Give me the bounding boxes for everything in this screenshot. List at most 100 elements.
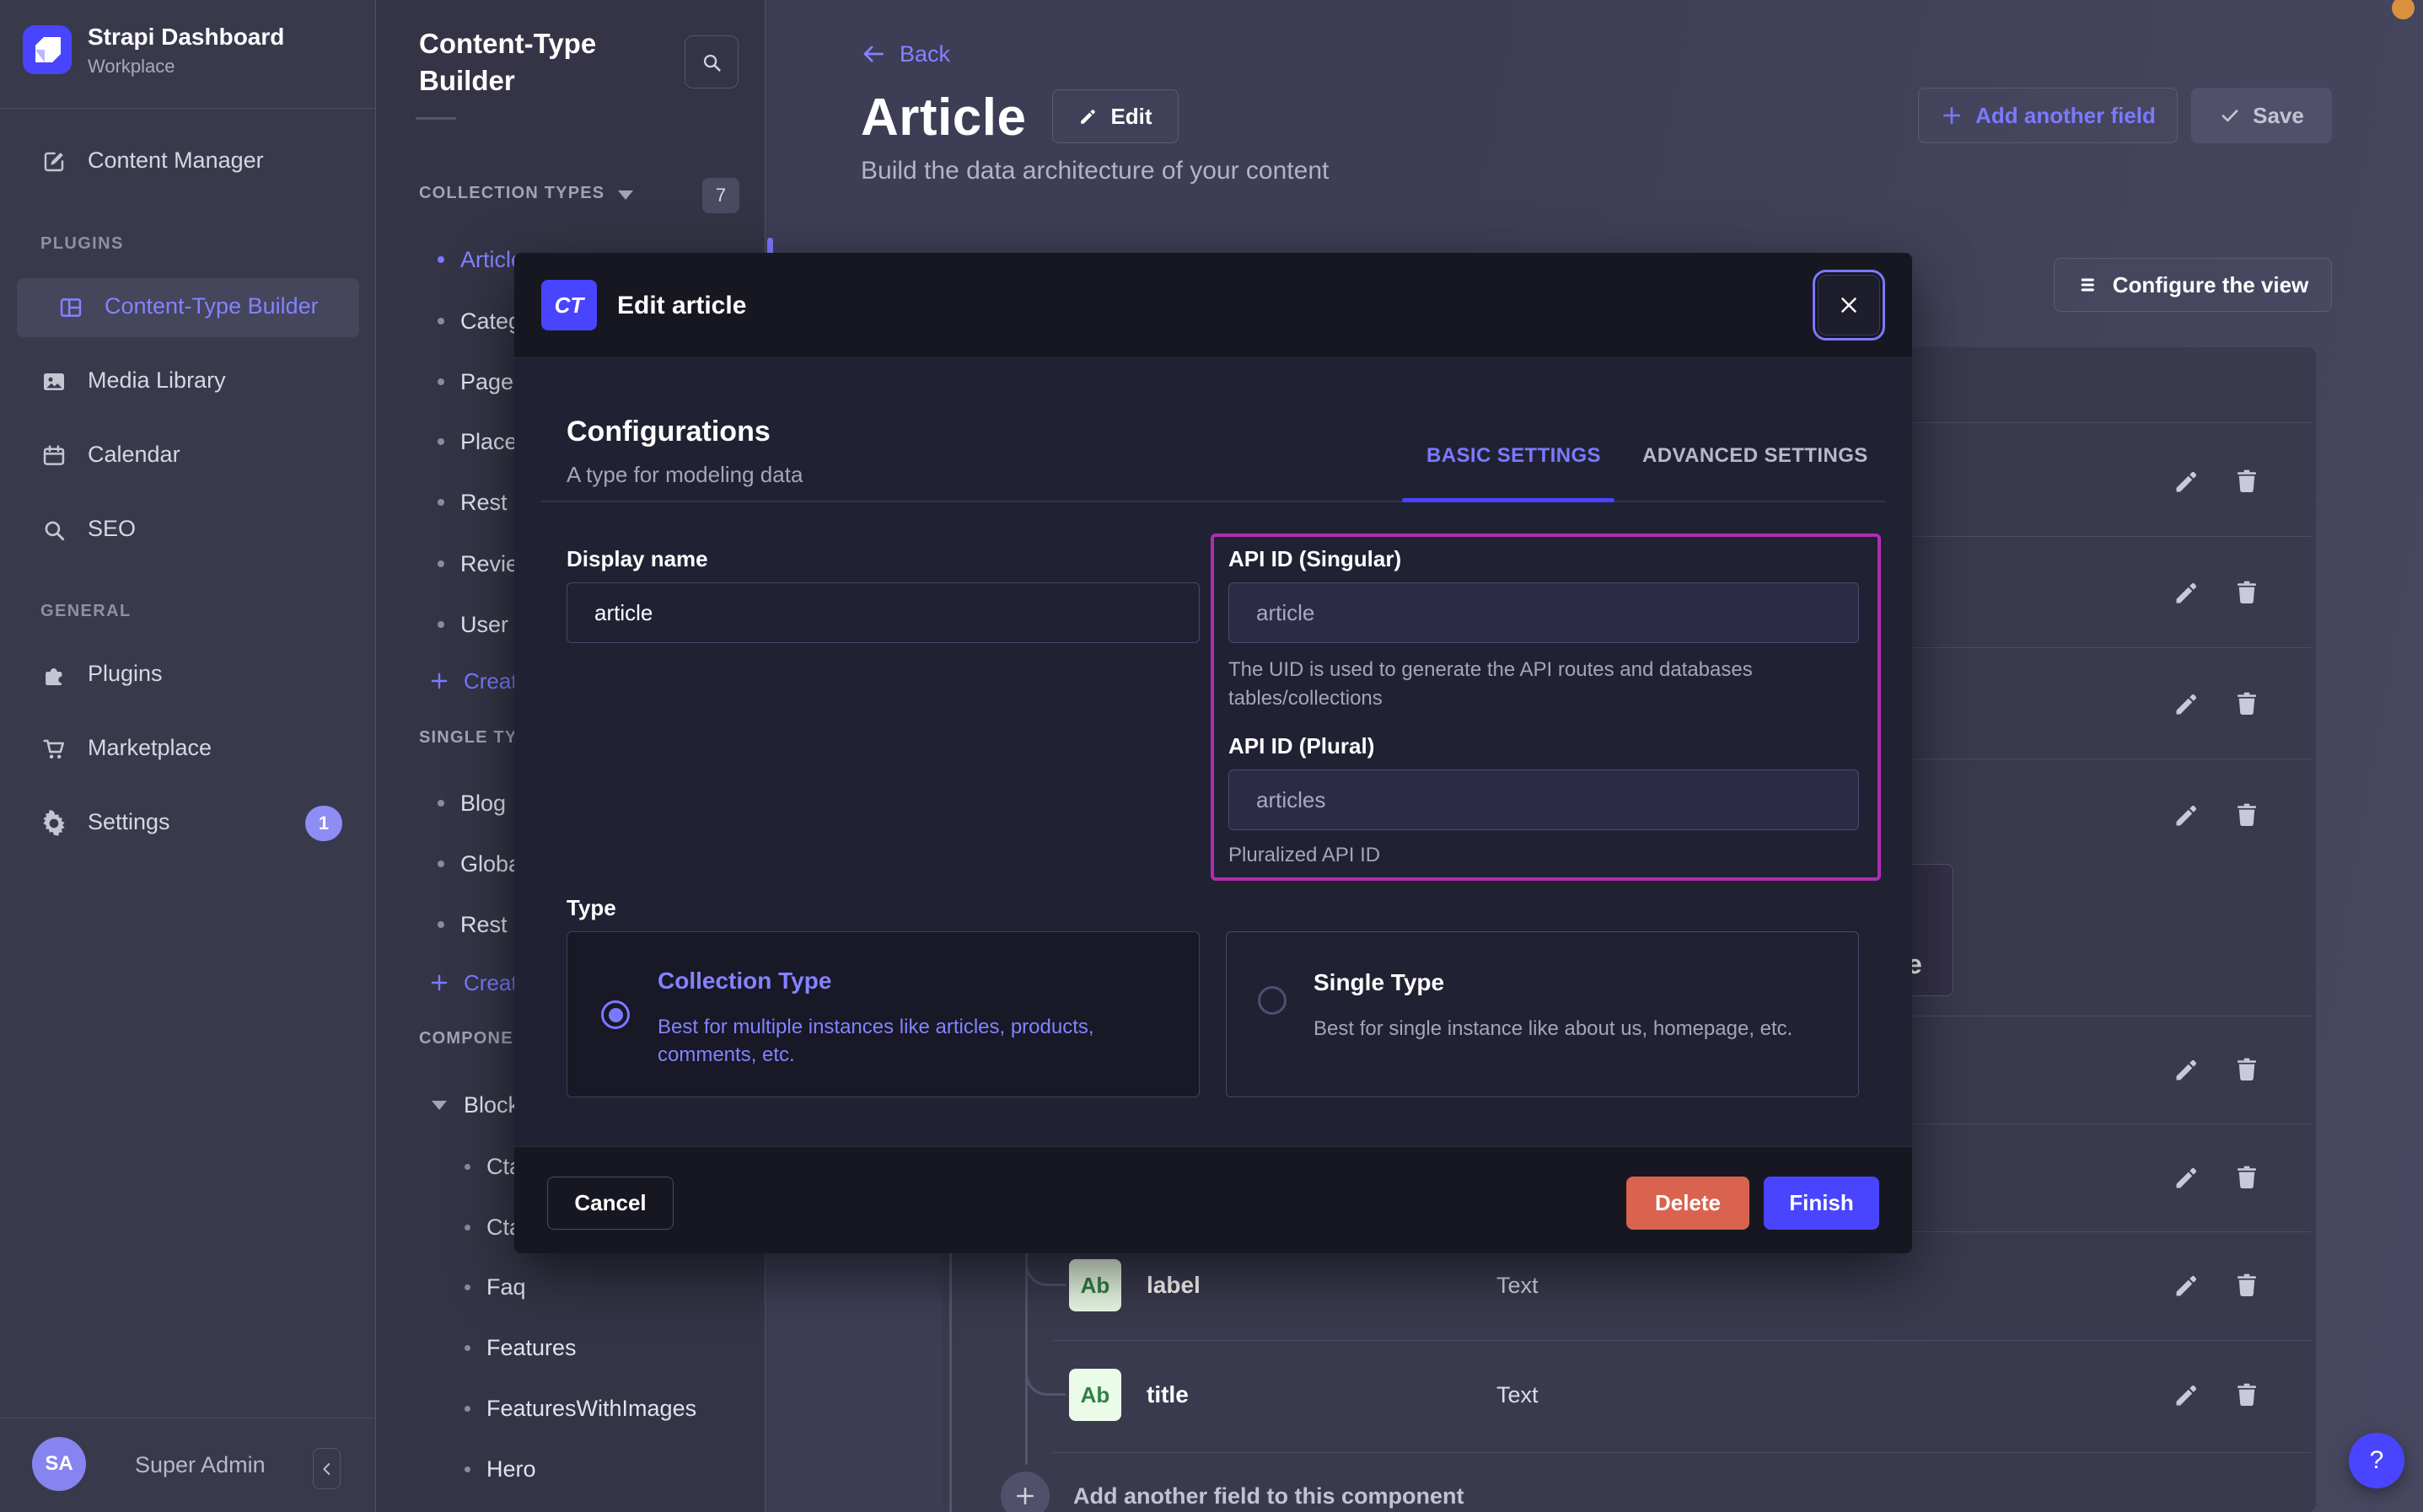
- field-row[interactable]: Ab title Text: [1069, 1369, 1895, 1421]
- collection-types-header[interactable]: COLLECTION TYPES: [419, 184, 633, 203]
- collection-item[interactable]: Place: [438, 426, 518, 457]
- row-actions: [2173, 467, 2261, 496]
- collection-item[interactable]: Rest: [438, 487, 508, 517]
- page-title: Article: [861, 88, 1026, 147]
- api-id-plural-input[interactable]: articles: [1228, 769, 1859, 830]
- add-another-field-button[interactable]: Add another field: [1918, 88, 2178, 143]
- active-tab-underline: [1402, 498, 1614, 502]
- single-item[interactable]: Blog: [438, 788, 506, 818]
- strapi-dashboard: Strapi Dashboard Workplace Content Manag…: [0, 0, 2423, 1512]
- media-library-icon: [40, 368, 67, 395]
- radio-selected-icon[interactable]: [601, 1000, 630, 1029]
- bullet-icon: [438, 861, 444, 867]
- edit-row-button[interactable]: [2173, 1381, 2201, 1409]
- finish-button[interactable]: Finish: [1764, 1177, 1879, 1230]
- puzzle-icon: [40, 662, 67, 689]
- tab-basic-settings[interactable]: BASIC SETTINGS: [1426, 444, 1601, 468]
- api-id-singular-input[interactable]: article: [1228, 582, 1859, 643]
- chevron-down-icon: [618, 190, 633, 200]
- bullet-icon: [465, 1284, 470, 1290]
- component-item[interactable]: Features: [465, 1332, 577, 1363]
- back-link[interactable]: Back: [859, 37, 950, 71]
- component-item[interactable]: Cta: [465, 1151, 522, 1182]
- cancel-button[interactable]: Cancel: [547, 1177, 674, 1230]
- collection-type-option[interactable]: Collection Type Best for multiple instan…: [567, 931, 1200, 1097]
- sidebar-divider: [0, 108, 376, 109]
- sidebar-item-plugins[interactable]: Plugins: [0, 646, 376, 705]
- collection-item[interactable]: Page: [438, 367, 513, 397]
- content-type-builder-icon: [57, 294, 84, 321]
- chevron-down-icon: [432, 1101, 447, 1110]
- search-button[interactable]: [685, 35, 739, 88]
- collection-item-article[interactable]: Article: [438, 244, 524, 275]
- plus-icon: [1013, 1484, 1037, 1508]
- row-actions: [2173, 801, 2261, 829]
- delete-row-button[interactable]: [2232, 578, 2261, 607]
- api-id-singular-label: API ID (Singular): [1228, 546, 1401, 572]
- workspace-label: Workplace: [88, 56, 175, 78]
- collection-item[interactable]: User: [438, 609, 508, 640]
- tab-advanced-settings[interactable]: ADVANCED SETTINGS: [1642, 444, 1868, 468]
- row-actions: [2173, 1055, 2261, 1084]
- edit-row-button[interactable]: [2173, 578, 2201, 607]
- delete-row-button[interactable]: [2232, 689, 2261, 718]
- sidebar-item-marketplace[interactable]: Marketplace: [0, 720, 376, 779]
- add-field-to-component-button[interactable]: Add another field to this component: [1001, 1472, 1464, 1512]
- type-label: Type: [567, 895, 616, 921]
- delete-row-button[interactable]: [2232, 1271, 2261, 1300]
- row-divider: [1052, 1452, 2311, 1453]
- help-button[interactable]: ?: [2349, 1433, 2404, 1488]
- edit-row-button[interactable]: [2173, 1055, 2201, 1084]
- save-button[interactable]: Save: [2191, 88, 2332, 143]
- edit-button[interactable]: Edit: [1052, 89, 1179, 143]
- user-name: Super Admin: [135, 1452, 266, 1478]
- collapse-sidebar-button[interactable]: [313, 1448, 341, 1489]
- component-item[interactable]: Faq: [465, 1272, 526, 1302]
- sidebar-item-calendar[interactable]: Calendar: [0, 426, 376, 485]
- status-dot: [2392, 0, 2415, 19]
- sidebar-item-label: SEO: [88, 516, 136, 542]
- display-name-label: Display name: [567, 546, 708, 572]
- component-item[interactable]: FeaturesWithImages: [465, 1393, 696, 1424]
- sidebar-item-settings[interactable]: Settings 1: [0, 794, 376, 853]
- sidebar-item-content-type-builder[interactable]: Content-Type Builder: [17, 278, 359, 337]
- field-row[interactable]: Ab label Text: [1069, 1259, 1895, 1311]
- close-button[interactable]: [1818, 275, 1880, 335]
- single-item[interactable]: Global: [438, 849, 526, 879]
- page-subtitle: Build the data architecture of your cont…: [861, 157, 1329, 185]
- sidebar-item-content-manager[interactable]: Content Manager: [0, 132, 376, 191]
- delete-row-button[interactable]: [2232, 1163, 2261, 1192]
- check-icon: [2219, 105, 2241, 126]
- edit-row-button[interactable]: [2173, 801, 2201, 829]
- delete-button[interactable]: Delete: [1626, 1177, 1749, 1230]
- display-name-input[interactable]: article: [567, 582, 1200, 643]
- sidebar-item-label: Settings: [88, 809, 170, 835]
- strapi-logo: [23, 25, 72, 74]
- bullet-icon: [438, 499, 444, 506]
- sidebar-item-label: Content-Type Builder: [105, 293, 319, 319]
- plus-icon: [428, 972, 450, 994]
- avatar[interactable]: SA: [32, 1437, 86, 1491]
- main-sidebar: Strapi Dashboard Workplace Content Manag…: [0, 0, 376, 1512]
- radio-unselected-icon[interactable]: [1258, 986, 1287, 1015]
- edit-row-button[interactable]: [2173, 1163, 2201, 1192]
- delete-row-button[interactable]: [2232, 1381, 2261, 1409]
- edit-row-button[interactable]: [2173, 1271, 2201, 1300]
- delete-row-button[interactable]: [2232, 801, 2261, 829]
- bullet-icon: [465, 1345, 470, 1351]
- bullet-icon: [438, 621, 444, 628]
- delete-row-button[interactable]: [2232, 467, 2261, 496]
- component-item[interactable]: Hero: [465, 1454, 536, 1484]
- configure-view-button[interactable]: Configure the view: [2054, 258, 2332, 312]
- content-divider: [541, 501, 1885, 502]
- plus-icon: [1940, 104, 1964, 127]
- collection-type-title: Collection Type: [658, 968, 831, 995]
- single-item[interactable]: Rest: [438, 909, 508, 940]
- delete-row-button[interactable]: [2232, 1055, 2261, 1084]
- single-type-option[interactable]: Single Type Best for single instance lik…: [1226, 931, 1859, 1097]
- sidebar-item-media-library[interactable]: Media Library: [0, 352, 376, 411]
- sidebar-item-seo[interactable]: SEO: [0, 501, 376, 560]
- component-item[interactable]: Cta: [465, 1212, 522, 1242]
- edit-row-button[interactable]: [2173, 689, 2201, 718]
- edit-row-button[interactable]: [2173, 467, 2201, 496]
